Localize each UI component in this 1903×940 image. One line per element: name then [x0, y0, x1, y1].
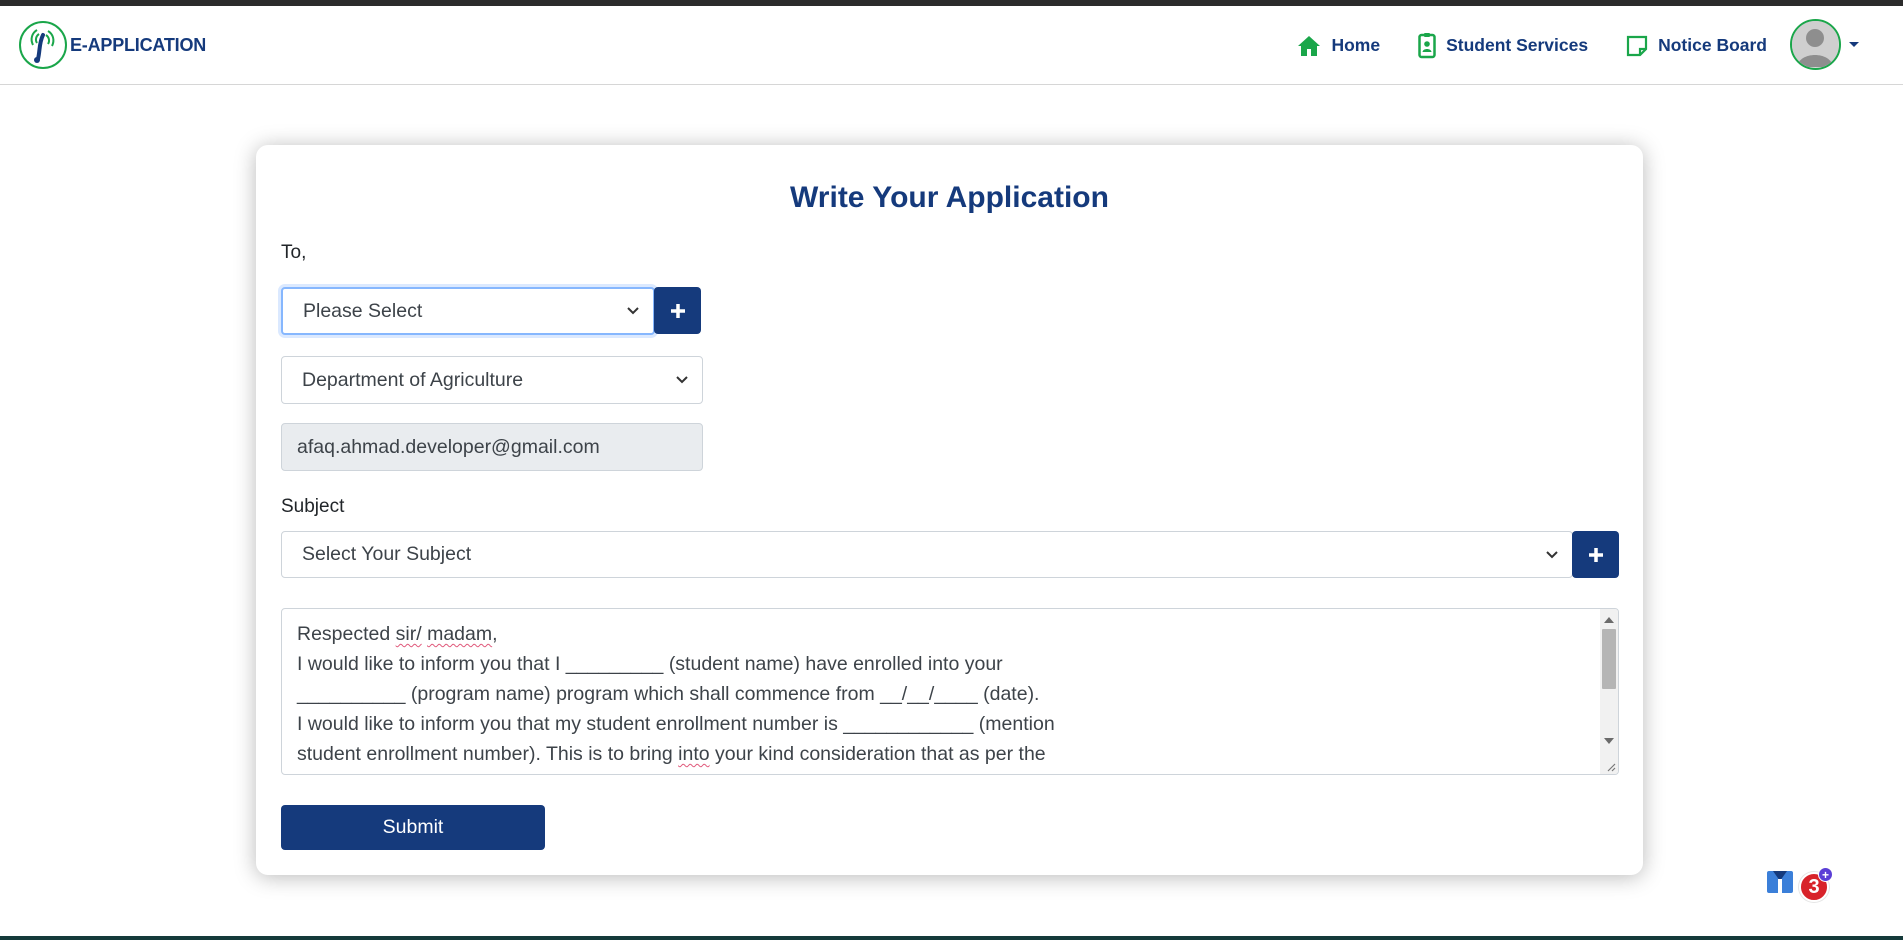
page-bottom-strip	[0, 936, 1903, 940]
email-field[interactable]: afaq.ahmad.developer@gmail.com	[281, 423, 703, 471]
recipient-select[interactable]: Please Select	[281, 287, 655, 335]
subject-select-value: Select Your Subject	[302, 543, 472, 565]
caret-down-icon	[1849, 42, 1859, 47]
body-text: your kind consideration that as per the	[709, 743, 1046, 765]
nav-home[interactable]: Home	[1297, 35, 1380, 57]
body-text: student enrollment number). This is to b…	[297, 743, 679, 765]
chevron-down-icon	[676, 376, 688, 384]
user-avatar	[1790, 19, 1841, 70]
scroll-down-arrow-icon[interactable]	[1604, 738, 1614, 744]
recipient-select-value: Please Select	[303, 299, 423, 322]
add-recipient-button[interactable]	[654, 287, 701, 334]
add-subject-button[interactable]	[1572, 531, 1619, 578]
misspelled-word: madam	[427, 623, 493, 645]
department-select-value: Department of Agriculture	[302, 368, 524, 391]
form-title: Write Your Application	[790, 181, 1109, 214]
resize-grip-icon[interactable]	[1606, 762, 1616, 772]
scrollbar-thumb[interactable]	[1602, 629, 1616, 689]
body-line: Respected sir/ madam,	[297, 619, 1337, 649]
subject-select[interactable]: Select Your Subject	[281, 531, 1573, 578]
nav-student-services[interactable]: Student Services	[1418, 32, 1589, 59]
chevron-down-icon	[1546, 550, 1558, 558]
user-menu-toggle[interactable]	[1790, 19, 1859, 70]
body-line: I would like to inform you that my stude…	[297, 713, 1055, 735]
nav-notice-board-label: Notice Board	[1658, 35, 1767, 55]
top-navbar: E-APPLICATION Home Student Services Noti…	[0, 6, 1903, 85]
department-select[interactable]: Department of Agriculture	[281, 356, 703, 404]
body-line: __________ (program name) program which …	[297, 683, 1040, 705]
misspelled-word: sir/	[395, 623, 422, 645]
id-badge-icon	[1418, 32, 1436, 58]
to-label: To,	[281, 242, 307, 263]
body-text: Respected	[297, 623, 396, 645]
extension-count-value: 3	[1808, 875, 1820, 898]
body-line: student enrollment number). This is to b…	[297, 739, 1337, 769]
nav-notice-board[interactable]: Notice Board	[1626, 35, 1767, 57]
nav-home-label: Home	[1331, 35, 1381, 55]
subject-label: Subject	[281, 496, 345, 517]
email-field-value: afaq.ahmad.developer@gmail.com	[297, 435, 600, 458]
extension-plus-icon: +	[1818, 867, 1833, 882]
textarea-scrollbar[interactable]	[1600, 609, 1618, 774]
application-body-text: Respected sir/ madam, I would like to in…	[297, 619, 1337, 769]
body-text: ,	[492, 623, 498, 645]
application-form-card: Write Your Application To, Please Select…	[256, 145, 1833, 902]
submit-button[interactable]: Submit	[281, 805, 545, 850]
sticky-note-icon	[1626, 35, 1648, 56]
body-line: I would like to inform you that I ______…	[297, 653, 1003, 675]
application-body-textarea[interactable]: Respected sir/ madam, I would like to in…	[281, 608, 1619, 775]
plus-icon	[1588, 547, 1603, 562]
nav-links: Home Student Services Notice Board	[1259, 6, 1767, 85]
brand-name: E-APPLICATION	[70, 34, 207, 55]
nav-student-services-label: Student Services	[1446, 35, 1589, 55]
home-icon	[1298, 35, 1321, 56]
misspelled-word: into	[678, 743, 710, 765]
brand-logo-icon	[19, 21, 67, 69]
plus-icon	[670, 303, 685, 318]
extension-count-badge[interactable]: 3 +	[1799, 867, 1833, 902]
scroll-up-arrow-icon[interactable]	[1604, 617, 1614, 623]
writing-assistant-icon[interactable]	[1765, 867, 1795, 897]
chevron-down-icon	[627, 307, 639, 315]
brand[interactable]: E-APPLICATION	[19, 21, 206, 69]
